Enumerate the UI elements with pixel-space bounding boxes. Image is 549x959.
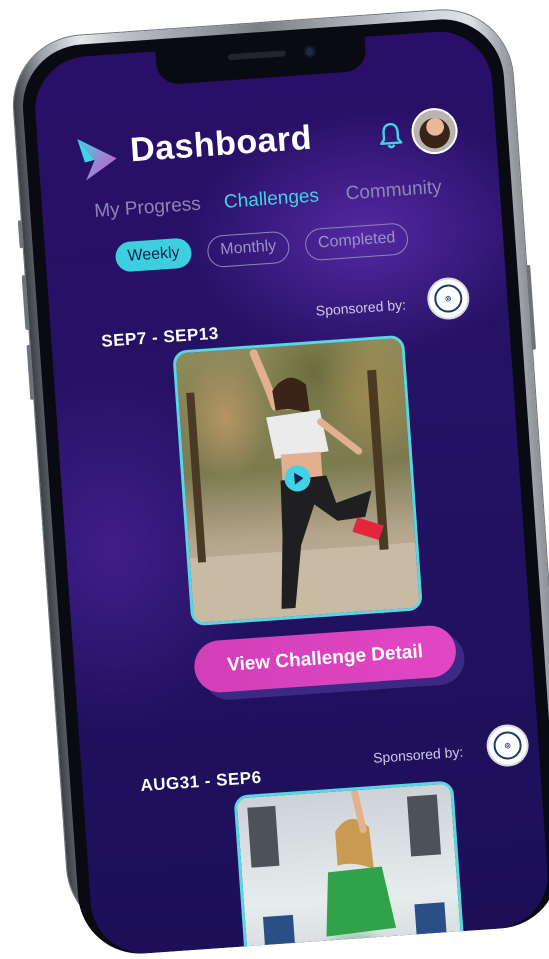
app-header: Dashboard — [59, 101, 476, 190]
brand-logo-icon — [77, 139, 117, 181]
tab-my-progress[interactable]: My Progress — [94, 194, 202, 223]
sponsor-label: Sponsored by: — [315, 296, 407, 319]
side-button-volume-down — [26, 344, 35, 400]
side-button-mute — [17, 220, 24, 249]
sponsor-logo-2[interactable]: ◎ — [485, 723, 531, 768]
side-button-volume-up — [21, 274, 30, 331]
sponsor-logo[interactable]: ◎ — [425, 276, 471, 321]
challenge-video-card-2[interactable] — [233, 780, 466, 957]
filter-chips: Weekly Monthly Completed — [114, 222, 410, 277]
challenge-video-card[interactable] — [172, 334, 423, 627]
sponsor-logo-mark-2: ◎ — [492, 730, 523, 761]
challenge-date-range-2: AUG31 - SEP6 — [139, 767, 263, 796]
tab-community[interactable]: Community — [345, 177, 442, 206]
athlete-photo-2 — [247, 788, 448, 957]
app-screen: Dashboard My Progress Challenges Communi… — [31, 28, 549, 957]
speaker-grille — [227, 50, 286, 61]
user-avatar[interactable] — [410, 106, 460, 156]
screen-bezel: Dashboard My Progress Challenges Communi… — [18, 15, 549, 958]
challenge-date-range: SEP7 - SEP13 — [100, 323, 220, 351]
notch — [155, 34, 368, 86]
tab-challenges[interactable]: Challenges — [223, 185, 319, 214]
play-icon — [294, 472, 304, 485]
phone-mockup: Dashboard My Progress Challenges Communi… — [0, 0, 549, 958]
sponsor-logo-mark: ◎ — [433, 283, 464, 314]
phone-body: Dashboard My Progress Challenges Communi… — [9, 5, 549, 958]
filter-chip-monthly[interactable]: Monthly — [206, 230, 291, 269]
bell-icon[interactable] — [377, 120, 405, 150]
filter-chip-weekly[interactable]: Weekly — [114, 237, 193, 273]
front-camera — [303, 45, 317, 59]
page-title: Dashboard — [128, 118, 314, 170]
side-button-power — [526, 264, 537, 350]
filter-chip-completed[interactable]: Completed — [304, 222, 410, 262]
sponsor-label-2: Sponsored by: — [372, 743, 464, 766]
